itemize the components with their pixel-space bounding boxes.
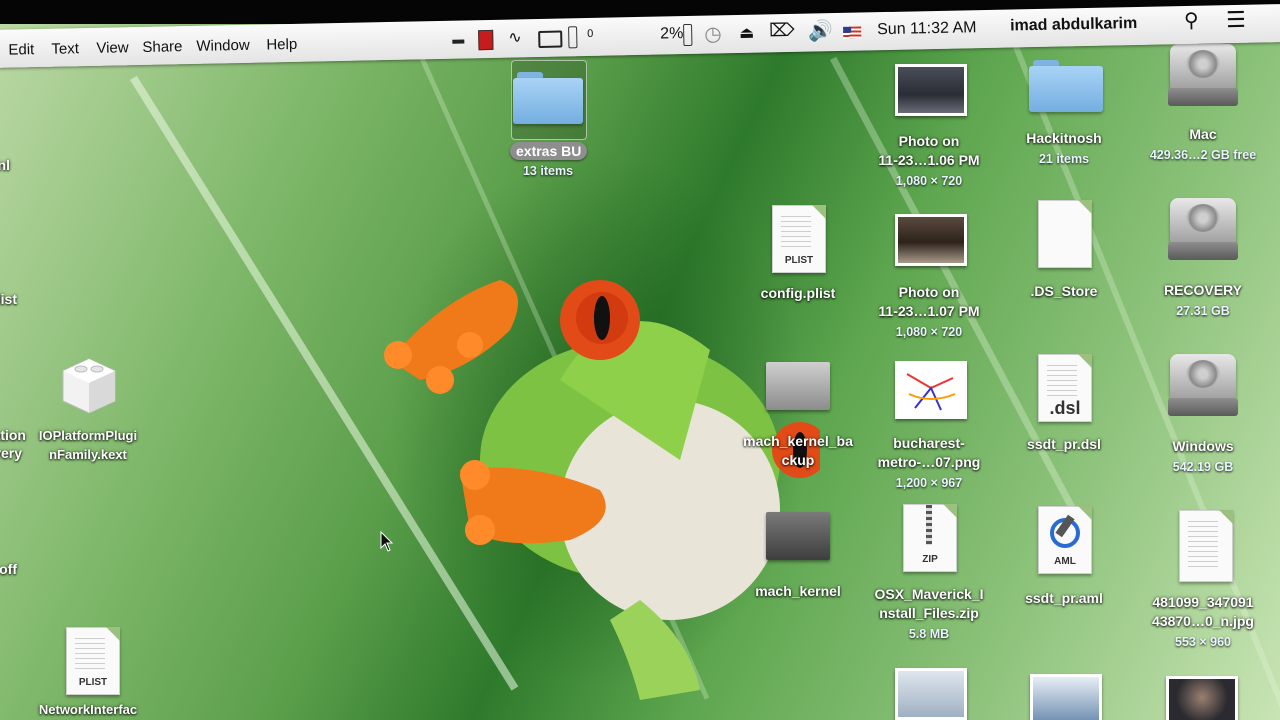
desktop-icon-sublabel: 1,200 × 967 xyxy=(895,476,963,490)
desktop-icon-label[interactable]: Photo on 11-23…1.06 PM xyxy=(854,132,1004,170)
label-line: nstall_Files.zip xyxy=(879,605,979,621)
map-image-icon[interactable] xyxy=(895,361,967,419)
desktop-icon-sublabel: 1,080 × 720 xyxy=(895,325,963,339)
desktop-icon-sublabel: 429.36…2 GB free xyxy=(1149,148,1257,162)
dsl-file-icon[interactable]: .dsl xyxy=(1038,354,1092,422)
desktop: nl plist ation very off extras BU 13 ite… xyxy=(0,0,1280,720)
partial-icon-label[interactable]: off xyxy=(0,560,17,579)
file-type-tag: ZIP xyxy=(922,554,938,565)
label-line: mach_kernel_ba xyxy=(743,433,853,449)
hard-disk-icon[interactable] xyxy=(1168,198,1238,268)
kernel-file-icon[interactable] xyxy=(766,512,830,560)
photo-thumbnail-icon[interactable] xyxy=(895,64,967,116)
hard-disk-icon[interactable] xyxy=(1168,354,1238,424)
label-line: IOPlatformPlugi xyxy=(38,428,138,443)
screenshot-thumbnail-icon[interactable] xyxy=(895,668,967,720)
jpg-file-icon[interactable] xyxy=(1179,510,1233,582)
desktop-icon-label[interactable]: mach_kernel_backup xyxy=(723,432,873,470)
aml-file-icon[interactable]: AML xyxy=(1038,506,1092,574)
desktop-icon-sublabel: 542.19 GB xyxy=(1172,460,1234,474)
desktop-icon-sublabel: 27.31 GB xyxy=(1176,304,1230,318)
label-line: 11-23…1.07 PM xyxy=(878,303,980,319)
mouse-cursor-icon xyxy=(380,531,394,552)
desktop-icon-label[interactable]: Photo on 11-23…1.07 PM xyxy=(854,283,1004,321)
folder-icon[interactable] xyxy=(513,72,583,124)
file-type-tag: .dsl xyxy=(1049,398,1081,418)
photo-thumbnail-icon[interactable] xyxy=(895,214,967,266)
screen-top-bezel xyxy=(0,0,1280,24)
label-line: 43870…0_n.jpg xyxy=(1152,613,1254,629)
plist-file-icon[interactable]: PLIST xyxy=(772,205,826,273)
desktop-icon-sublabel: 21 items xyxy=(1038,152,1090,166)
desktop-icon-label[interactable]: NetworkInterfac xyxy=(13,700,163,719)
label-line: ckup xyxy=(781,452,815,468)
desktop-icon-label[interactable]: bucharest-metro-…07.png xyxy=(854,434,1004,472)
label-line: OSX_Maverick_I xyxy=(874,586,984,602)
desktop-icon-label[interactable]: extras BU xyxy=(510,142,588,160)
metro-map-thumbnail xyxy=(901,364,961,416)
xcode-hammer-icon xyxy=(1050,514,1080,548)
photo-thumbnail-icon[interactable] xyxy=(1166,676,1238,720)
desktop-icon-label[interactable]: mach_kernel xyxy=(723,582,873,601)
file-type-tag: PLIST xyxy=(784,255,814,266)
kext-lego-icon[interactable] xyxy=(60,355,118,417)
label-line: nFamily.kext xyxy=(49,447,127,462)
label-line: bucharest- xyxy=(893,435,965,451)
desktop-icon-label[interactable]: Windows xyxy=(1128,437,1278,456)
screenshot-thumbnail-icon[interactable] xyxy=(1030,674,1102,720)
file-type-tag: PLIST xyxy=(78,677,108,688)
desktop-icon-label[interactable]: 481099_347091 43870…0_n.jpg xyxy=(1128,593,1278,631)
desktop-icon-label[interactable]: OSX_Maverick_I nstall_Files.zip xyxy=(854,585,1004,623)
document-icon[interactable] xyxy=(1038,200,1092,268)
partial-icon-label[interactable]: plist xyxy=(0,290,17,309)
hard-disk-icon[interactable] xyxy=(1168,44,1238,114)
desktop-icon-sublabel: 5.8 MB xyxy=(908,627,950,641)
desktop-icon-sublabel: 13 items xyxy=(522,164,574,178)
folder-icon[interactable] xyxy=(1029,60,1103,112)
desktop-icon-sublabel: 1,080 × 720 xyxy=(895,174,963,188)
label-line: Photo on xyxy=(898,284,960,300)
label-line: 481099_347091 xyxy=(1152,594,1254,610)
frog-wallpaper xyxy=(384,280,820,700)
plist-file-icon[interactable]: PLIST xyxy=(66,627,120,695)
desktop-icon-label[interactable]: config.plist xyxy=(723,284,873,303)
desktop-icon-label[interactable]: .DS_Store xyxy=(989,282,1139,301)
label-line: Photo on xyxy=(898,133,960,149)
desktop-icon-label[interactable]: RECOVERY xyxy=(1128,281,1278,300)
desktop-icon-label[interactable]: IOPlatformPlugi nFamily.kext xyxy=(13,426,163,464)
desktop-icon-label[interactable]: Hackitnosh xyxy=(989,129,1139,148)
label-line: 11-23…1.06 PM xyxy=(878,152,980,168)
file-type-tag: AML xyxy=(1054,556,1076,567)
zip-file-icon[interactable]: ZIP xyxy=(903,504,957,572)
desktop-icon-label[interactable]: ssdt_pr.aml xyxy=(989,589,1139,608)
label-line: metro-…07.png xyxy=(877,454,981,470)
desktop-icon-label[interactable]: ssdt_pr.dsl xyxy=(989,435,1139,454)
desktop-icon-sublabel: 553 × 960 xyxy=(1175,635,1231,649)
partial-icon-label[interactable]: nl xyxy=(0,156,10,175)
desktop-icon-label[interactable]: Mac xyxy=(1128,125,1278,144)
kernel-file-icon[interactable] xyxy=(766,362,830,410)
